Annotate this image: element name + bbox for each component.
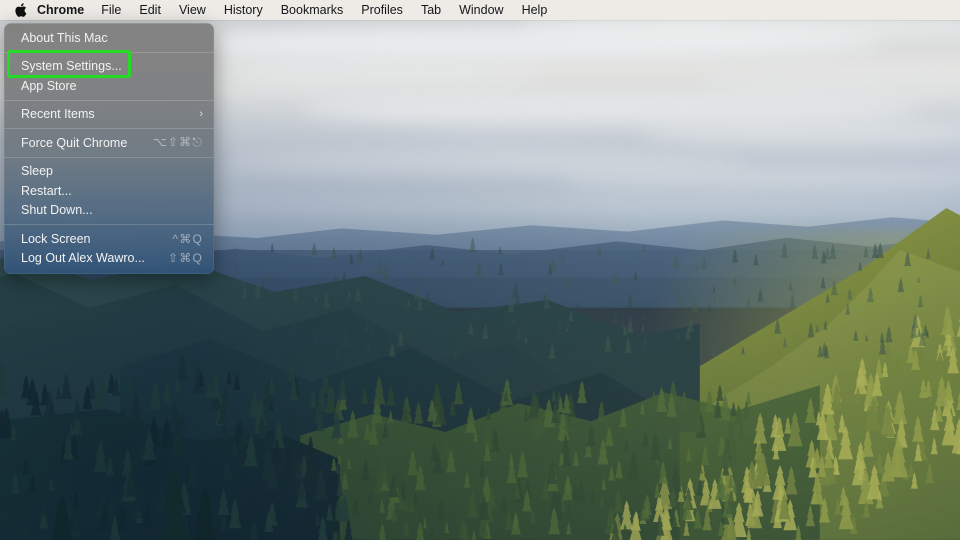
menu-item-force-quit-chrome[interactable]: Force Quit Chrome ⌥⇧⌘⎋ xyxy=(4,133,214,153)
menu-item-label: System Settings... xyxy=(21,59,122,74)
menu-separator xyxy=(4,128,214,129)
menu-item-shortcut: ⇧⌘Q xyxy=(168,251,203,266)
menu-item-label: Log Out Alex Wawro... xyxy=(21,251,145,266)
menu-item-app-store[interactable]: App Store xyxy=(4,76,214,96)
menu-history[interactable]: History xyxy=(224,0,263,20)
menu-tab[interactable]: Tab xyxy=(421,0,441,20)
menu-item-system-settings[interactable]: System Settings... xyxy=(4,57,214,77)
menu-item-label: Lock Screen xyxy=(21,231,91,246)
menu-item-label: Shut Down... xyxy=(21,203,93,218)
menu-item-restart[interactable]: Restart... xyxy=(4,181,214,201)
menu-item-shut-down[interactable]: Shut Down... xyxy=(4,201,214,221)
menu-edit[interactable]: Edit xyxy=(139,0,161,20)
menu-window[interactable]: Window xyxy=(459,0,503,20)
menu-item-label: About This Mac xyxy=(21,30,108,45)
menu-view[interactable]: View xyxy=(179,0,206,20)
menu-profiles[interactable]: Profiles xyxy=(361,0,403,20)
menu-item-label: Sleep xyxy=(21,164,53,179)
menu-separator xyxy=(4,156,214,158)
menu-file[interactable]: File xyxy=(101,0,121,20)
menu-separator xyxy=(4,224,214,225)
apple-logo-icon[interactable] xyxy=(15,3,27,17)
menu-item-recent-items[interactable]: Recent Items › xyxy=(4,105,214,125)
menu-item-shortcut: ^⌘Q xyxy=(172,231,203,246)
menu-item-about-this-mac[interactable]: About This Mac xyxy=(4,28,214,48)
chevron-right-icon: › xyxy=(199,107,203,120)
menu-bookmarks[interactable]: Bookmarks xyxy=(281,0,344,20)
menu-separator xyxy=(4,99,214,101)
menu-separator xyxy=(4,51,214,53)
menu-item-label: Force Quit Chrome xyxy=(21,135,128,150)
menu-item-shortcut: ⌥⇧⌘⎋ xyxy=(152,135,203,150)
menu-item-log-out[interactable]: Log Out Alex Wawro... ⇧⌘Q xyxy=(4,249,214,269)
menu-chrome[interactable]: Chrome xyxy=(37,0,84,20)
menu-item-lock-screen[interactable]: Lock Screen ^⌘Q xyxy=(4,229,214,249)
menu-item-label: App Store xyxy=(21,78,77,93)
apple-menu-dropdown[interactable]: About This Mac System Settings... App St… xyxy=(4,23,214,274)
menu-item-label: Recent Items xyxy=(21,107,95,122)
menu-help[interactable]: Help xyxy=(522,0,548,20)
menu-bar[interactable]: Chrome File Edit View History Bookmarks … xyxy=(0,0,960,20)
menu-item-label: Restart... xyxy=(21,183,72,198)
menu-item-sleep[interactable]: Sleep xyxy=(4,162,214,182)
